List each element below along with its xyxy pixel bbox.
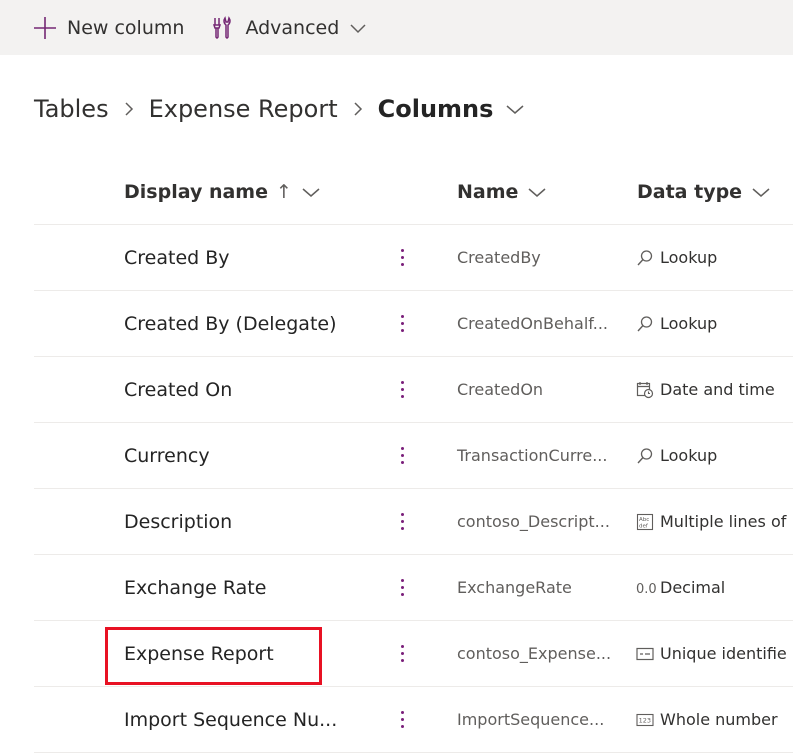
svg-text:123: 123 xyxy=(639,716,651,724)
row-name: TransactionCurre... xyxy=(457,446,608,465)
more-vertical-icon xyxy=(400,247,404,268)
highlight-box xyxy=(105,627,322,685)
command-bar: New column Advanced xyxy=(0,0,793,55)
chevron-down-icon xyxy=(518,185,547,199)
row-data-type: Lookup xyxy=(636,423,717,488)
header-data-type-label: Data type xyxy=(637,181,743,203)
table-row[interactable]: Description contoso_Descript... Abc def Mult… xyxy=(34,489,793,555)
text-lines-icon: Abc def xyxy=(636,512,656,532)
table-row[interactable]: Exchange Rate ExchangeRate 0.0 Decimal xyxy=(34,555,793,621)
chevron-right-icon xyxy=(352,100,364,118)
svg-text:Abc: Abc xyxy=(639,517,649,523)
svg-text:def: def xyxy=(639,523,649,529)
row-data-type: Unique identifie xyxy=(636,621,787,686)
row-display-name[interactable]: Created By (Delegate) xyxy=(124,291,337,356)
calendar-clock-icon xyxy=(636,380,656,400)
more-options-button[interactable] xyxy=(394,555,410,620)
advanced-tools-icon xyxy=(211,15,233,40)
row-data-type: Lookup xyxy=(636,225,717,290)
new-column-button[interactable]: New column xyxy=(33,0,184,55)
row-data-type: Abc def Multiple lines of xyxy=(636,489,786,554)
plus-icon xyxy=(33,16,57,40)
decimal-icon: 0.0 xyxy=(636,578,656,598)
more-options-button[interactable] xyxy=(394,687,410,752)
table-row[interactable]: Import Sequence Nu... ImportSequence... 12… xyxy=(34,687,793,753)
sort-ascending-icon: ↑ xyxy=(275,181,292,203)
row-data-type-label: Multiple lines of xyxy=(660,512,787,531)
row-display-name[interactable]: Created By xyxy=(124,225,230,290)
breadcrumb-current-columns[interactable]: Columns xyxy=(378,95,494,123)
row-data-type: Lookup xyxy=(636,291,717,356)
row-data-type-label: Lookup xyxy=(660,314,718,333)
breadcrumb: Tables Expense Report Columns xyxy=(34,92,525,126)
table-row[interactable]: Created On CreatedOn Date and time xyxy=(34,357,793,423)
row-name: CreatedBy xyxy=(457,248,541,267)
advanced-button[interactable]: Advanced xyxy=(211,0,367,55)
more-options-button[interactable] xyxy=(394,423,410,488)
row-data-type-label: Lookup xyxy=(660,248,718,267)
advanced-label: Advanced xyxy=(245,16,340,39)
table-row[interactable]: Created By (Delegate) CreatedOnBehalf... L… xyxy=(34,291,793,357)
chevron-right-icon xyxy=(123,100,135,118)
row-display-name[interactable]: Description xyxy=(124,489,232,554)
row-data-type-label: Decimal xyxy=(660,578,726,597)
row-name: contoso_Expense... xyxy=(457,644,612,663)
table-row[interactable]: Created By CreatedBy Lookup xyxy=(34,225,793,291)
new-column-label: New column xyxy=(67,16,185,39)
chevron-down-icon[interactable] xyxy=(505,102,525,116)
more-vertical-icon xyxy=(400,379,404,400)
row-display-name[interactable]: Import Sequence Nu... xyxy=(124,687,337,752)
id-card-icon xyxy=(636,644,656,664)
header-display-name-label: Display name xyxy=(124,181,268,203)
whole-number-icon: 123 xyxy=(636,710,656,730)
chevron-down-icon xyxy=(742,185,771,199)
row-display-name[interactable]: Exchange Rate xyxy=(124,555,266,620)
row-data-type-label: Unique identifie xyxy=(660,644,787,663)
row-name: ExchangeRate xyxy=(457,578,572,597)
more-vertical-icon xyxy=(400,709,404,730)
table-header: Display name ↑ Name Data type xyxy=(34,160,793,225)
row-data-type-label: Lookup xyxy=(660,446,718,465)
breadcrumb-tables[interactable]: Tables xyxy=(34,95,109,123)
column-header-data-type[interactable]: Data type xyxy=(637,160,771,224)
more-options-button[interactable] xyxy=(394,621,410,686)
lookup-icon xyxy=(636,248,656,268)
row-name: CreatedOnBehalf... xyxy=(457,314,608,333)
svg-text:0.0: 0.0 xyxy=(636,582,656,597)
column-header-name[interactable]: Name xyxy=(457,160,547,224)
row-data-type: Date and time xyxy=(636,357,775,422)
row-display-name[interactable]: Currency xyxy=(124,423,210,488)
row-name: contoso_Descript... xyxy=(457,512,610,531)
more-options-button[interactable] xyxy=(394,489,410,554)
header-name-label: Name xyxy=(457,181,519,203)
more-options-button[interactable] xyxy=(394,291,410,356)
row-name: ImportSequence... xyxy=(457,710,605,729)
breadcrumb-expense-report[interactable]: Expense Report xyxy=(149,95,338,123)
row-data-type-label: Date and time xyxy=(660,380,775,399)
chevron-down-icon xyxy=(292,185,321,199)
more-options-button[interactable] xyxy=(394,357,410,422)
lookup-icon xyxy=(636,314,656,334)
chevron-down-icon xyxy=(349,22,367,34)
lookup-icon xyxy=(636,446,656,466)
row-data-type-label: Whole number xyxy=(660,710,778,729)
column-header-display-name[interactable]: Display name ↑ xyxy=(124,160,321,224)
table-row[interactable]: Currency TransactionCurre... Lookup xyxy=(34,423,793,489)
row-display-name[interactable]: Created On xyxy=(124,357,232,422)
more-vertical-icon xyxy=(400,511,404,532)
row-data-type: 123 Whole number xyxy=(636,687,778,752)
row-data-type: 0.0 Decimal xyxy=(636,555,725,620)
more-vertical-icon xyxy=(400,445,404,466)
row-name: CreatedOn xyxy=(457,380,544,399)
more-vertical-icon xyxy=(400,577,404,598)
more-vertical-icon xyxy=(400,643,404,664)
more-options-button[interactable] xyxy=(394,225,410,290)
more-vertical-icon xyxy=(400,313,404,334)
